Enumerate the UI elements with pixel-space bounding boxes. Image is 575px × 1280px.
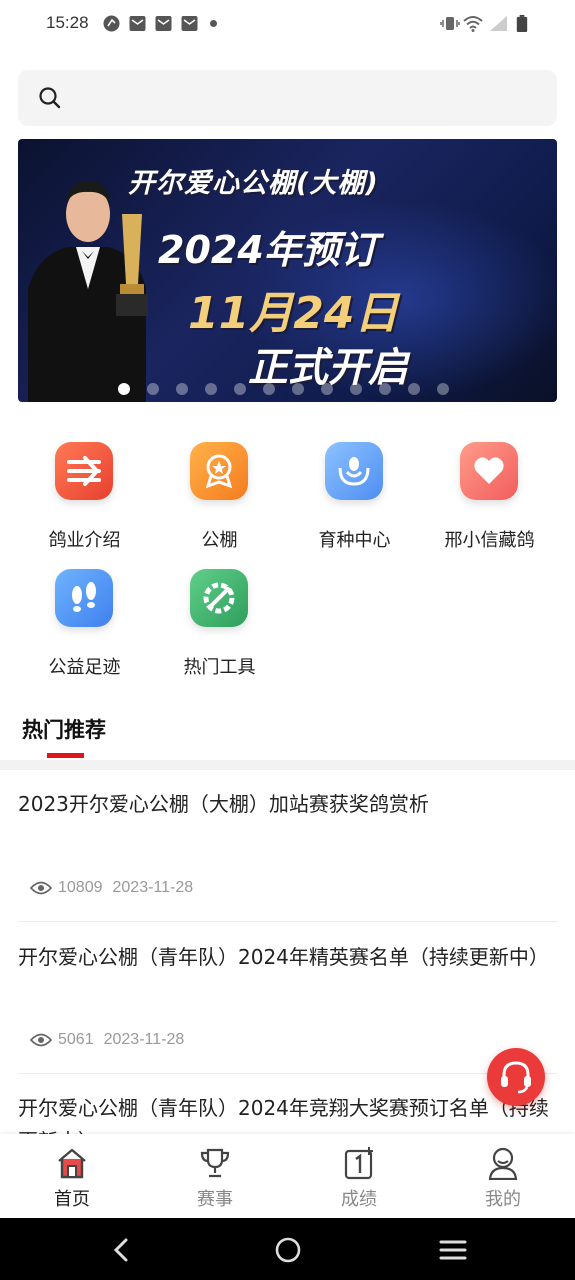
tab-label: 赛事 — [197, 1189, 233, 1210]
article-meta: 5061 2023-11-28 — [30, 1031, 184, 1049]
banner-subtitle: 2024年预订 — [158, 228, 378, 272]
article-item[interactable]: 2023开尔爱心公棚（大棚）加站赛获奖鸽赏析 10809 2023-11-28 — [18, 788, 557, 908]
breeding-icon — [325, 442, 383, 500]
pigeon-industry-icon — [55, 442, 113, 500]
search-bar[interactable] — [18, 70, 557, 126]
signal-icon — [490, 16, 507, 31]
banner-dot[interactable] — [321, 383, 333, 395]
recent-apps-icon[interactable] — [439, 1236, 467, 1264]
app-notification-icon — [103, 15, 120, 32]
banner-dot[interactable] — [292, 383, 304, 395]
tab-me[interactable]: 我的 — [453, 1134, 553, 1218]
mail-notification-icon — [129, 16, 146, 31]
banner-dot[interactable] — [263, 383, 275, 395]
home-circle-icon[interactable] — [274, 1236, 302, 1264]
article-title: 开尔爱心公棚（青年队）2024年竞翔大奖赛预订名单（持续更新中） — [18, 1096, 549, 1134]
article-meta: 10809 2023-11-28 — [30, 879, 193, 897]
eye-icon — [30, 1033, 52, 1047]
headset-icon — [501, 1061, 531, 1094]
grid-label: 公益足迹 — [48, 657, 121, 678]
tab-home[interactable]: 首页 — [22, 1134, 122, 1218]
more-notifications-dot — [210, 20, 217, 27]
eye-icon — [30, 881, 52, 895]
article-title: 2023开尔爱心公棚（大棚）加站赛获奖鸽赏析 — [18, 792, 429, 816]
status-time: 15:28 — [46, 13, 89, 32]
heart-tag-icon — [460, 442, 518, 500]
grid-label: 育种中心 — [318, 530, 391, 551]
grid-item-loft[interactable]: 公棚 — [152, 442, 287, 562]
vibrate-icon — [440, 17, 460, 30]
banner-pagination[interactable] — [118, 383, 449, 395]
grid-item-xing-collection[interactable]: 邢小信藏鸽 — [422, 442, 557, 562]
grid-label: 鸽业介绍 — [48, 530, 121, 551]
publish-date: 2023-11-28 — [112, 879, 194, 896]
grid-label: 公棚 — [201, 530, 238, 551]
tab-results[interactable]: 成绩 — [309, 1134, 409, 1218]
section-title-underline — [47, 753, 84, 758]
bottom-tab-bar: 首页 赛事 成绩 我的 — [0, 1134, 575, 1218]
banner-dot[interactable] — [408, 383, 420, 395]
home-icon — [58, 1148, 86, 1179]
footprint-icon — [55, 569, 113, 627]
mail-notification-icon — [181, 16, 198, 31]
promo-banner[interactable]: 开尔爱心公棚(大棚) 2024年预订 11月24日 正式开启 — [18, 139, 557, 402]
grid-label: 热门工具 — [183, 657, 256, 678]
banner-dot[interactable] — [176, 383, 188, 395]
back-icon[interactable] — [108, 1236, 136, 1264]
banner-dot[interactable] — [350, 383, 362, 395]
banner-dot[interactable] — [205, 383, 217, 395]
divider — [18, 1073, 557, 1074]
section-title[interactable]: 热门推荐 — [22, 714, 106, 744]
tab-label: 我的 — [485, 1189, 521, 1210]
banner-dot[interactable] — [147, 383, 159, 395]
banner-dot[interactable] — [118, 383, 130, 395]
search-icon[interactable] — [38, 86, 62, 110]
divider — [18, 921, 557, 922]
trophy-icon — [200, 1148, 230, 1178]
mail-notification-icon — [155, 16, 172, 31]
banner-dot[interactable] — [234, 383, 246, 395]
grid-label: 邢小信藏鸽 — [444, 530, 535, 551]
banner-dot[interactable] — [379, 383, 391, 395]
tab-label: 成绩 — [341, 1189, 377, 1210]
tab-events[interactable]: 赛事 — [165, 1134, 265, 1218]
banner-date: 11月24日 — [188, 288, 399, 339]
banner-dot[interactable] — [437, 383, 449, 395]
medal-icon — [190, 442, 248, 500]
banner-title: 开尔爱心公棚(大棚) — [128, 168, 379, 199]
system-nav-bar — [0, 1218, 575, 1280]
grid-item-pigeon-industry[interactable]: 鸽业介绍 — [17, 442, 152, 562]
divider — [0, 760, 575, 770]
view-count: 5061 — [58, 1031, 94, 1048]
tools-gear-icon — [190, 569, 248, 627]
trophy-image — [116, 214, 148, 316]
user-icon — [488, 1147, 518, 1180]
tab-label: 首页 — [54, 1189, 90, 1210]
status-bar: 15:28 — [0, 0, 575, 48]
battery-icon — [516, 15, 528, 32]
publish-date: 2023-11-28 — [103, 1031, 185, 1048]
article-item[interactable]: 开尔爱心公棚（青年队）2024年竞翔大奖赛预订名单（持续更新中） — [18, 1092, 557, 1134]
wifi-icon — [463, 16, 483, 32]
grid-item-charity[interactable]: 公益足迹 — [17, 569, 152, 689]
grid-item-breeding-center[interactable]: 育种中心 — [287, 442, 422, 562]
view-count: 10809 — [58, 879, 103, 896]
article-item[interactable]: 开尔爱心公棚（青年队）2024年精英赛名单（持续更新中） 5061 2023-1… — [18, 941, 557, 1061]
grid-item-tools[interactable]: 热门工具 — [152, 569, 287, 689]
score-icon — [344, 1147, 373, 1180]
customer-service-button[interactable] — [487, 1048, 545, 1106]
article-title: 开尔爱心公棚（青年队）2024年精英赛名单（持续更新中） — [18, 945, 549, 969]
